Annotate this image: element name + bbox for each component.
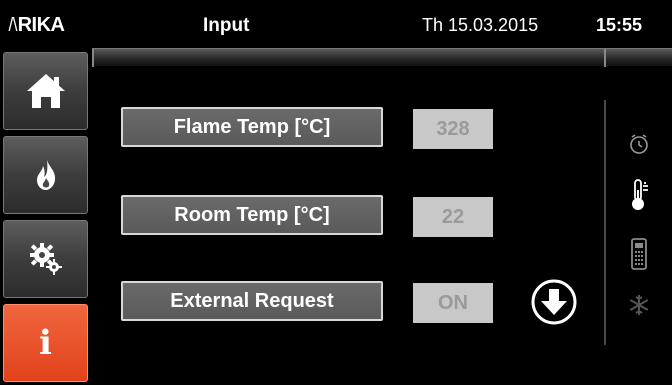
flame-icon: [33, 158, 59, 192]
room-temp-value: 22: [413, 197, 493, 237]
clock-icon: [623, 130, 655, 158]
external-request-value: ON: [413, 283, 493, 323]
logo-text: RIKA: [17, 14, 65, 36]
side-nav: i: [0, 48, 88, 385]
remote-icon: [623, 236, 655, 272]
time-display: 15:55: [596, 15, 643, 35]
external-request-label[interactable]: External Request: [121, 281, 383, 321]
arrow-down-circle-icon: [530, 279, 578, 330]
nav-home-button[interactable]: [3, 52, 88, 130]
home-icon: [24, 71, 68, 111]
flame-temp-label[interactable]: Flame Temp [°C]: [121, 107, 383, 147]
info-icon: i: [39, 323, 52, 363]
page-title: Input: [203, 15, 250, 36]
flame-temp-value: 328: [413, 109, 493, 149]
right-divider: [604, 100, 606, 345]
date-display: Th 15.03.2015: [422, 15, 539, 35]
room-temp-label[interactable]: Room Temp [°C]: [121, 195, 383, 235]
logo-mark-icon: /\: [8, 15, 18, 36]
header-bar: /\RIKA Input Th 15.03.2015 15:55: [0, 0, 672, 48]
rika-logo: /\RIKA: [8, 14, 64, 37]
gears-icon: [28, 242, 64, 276]
thermometer-icon: [623, 176, 655, 214]
top-divider-strip: [92, 48, 672, 67]
nav-info-button[interactable]: i: [3, 304, 88, 382]
snowflake-icon: [623, 290, 655, 320]
scroll-down-button[interactable]: [530, 278, 578, 326]
nav-flame-button[interactable]: [3, 136, 88, 214]
nav-settings-button[interactable]: [3, 220, 88, 298]
